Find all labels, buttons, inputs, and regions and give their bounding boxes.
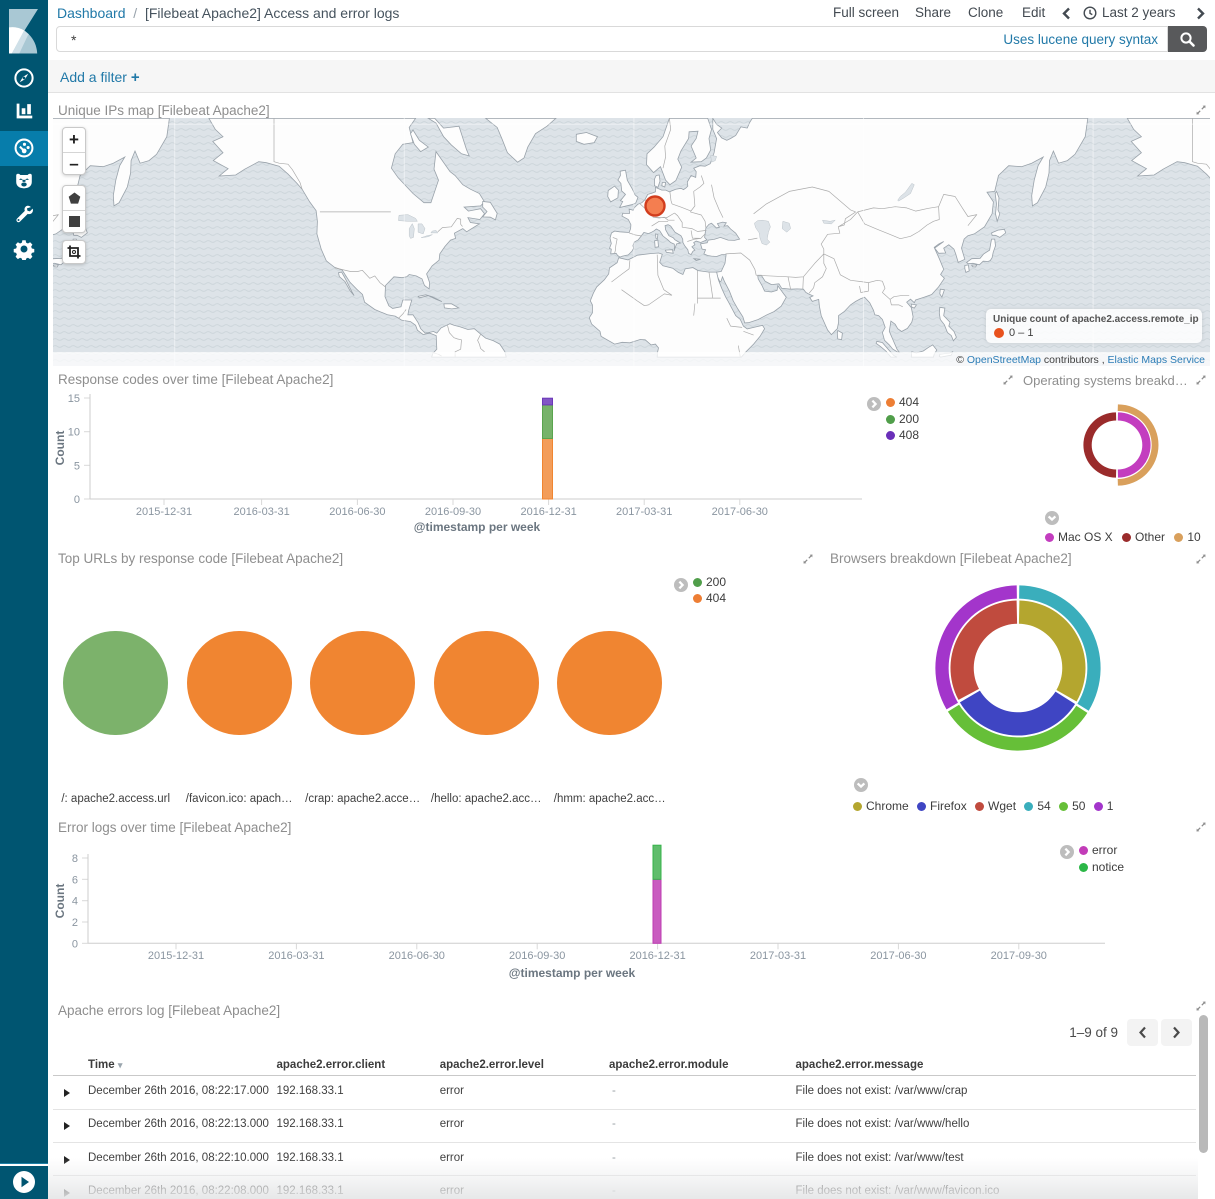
svg-text:5: 5 bbox=[74, 460, 80, 472]
svg-text:8: 8 bbox=[72, 853, 78, 865]
svg-text:2015-12-31: 2015-12-31 bbox=[136, 506, 192, 518]
svg-text:6: 6 bbox=[72, 874, 78, 886]
svg-text:2017-06-30: 2017-06-30 bbox=[712, 506, 768, 518]
svg-text:2016-12-31: 2016-12-31 bbox=[520, 506, 576, 518]
svg-text:2016-12-31: 2016-12-31 bbox=[629, 950, 685, 962]
svg-text:@timestamp per week: @timestamp per week bbox=[509, 966, 636, 980]
svg-text:2015-12-31: 2015-12-31 bbox=[148, 950, 204, 962]
svg-text:10: 10 bbox=[68, 427, 80, 439]
svg-text:2: 2 bbox=[72, 917, 78, 929]
svg-text:2017-06-30: 2017-06-30 bbox=[870, 950, 926, 962]
svg-text:2016-06-30: 2016-06-30 bbox=[329, 506, 385, 518]
svg-text:0: 0 bbox=[72, 938, 78, 950]
svg-text:2016-09-30: 2016-09-30 bbox=[509, 950, 565, 962]
svg-text:2017-03-31: 2017-03-31 bbox=[750, 950, 806, 962]
svg-text:Count: Count bbox=[53, 431, 67, 466]
svg-text:Count: Count bbox=[53, 884, 67, 919]
svg-text:2016-09-30: 2016-09-30 bbox=[425, 506, 481, 518]
svg-text:2017-03-31: 2017-03-31 bbox=[616, 506, 672, 518]
svg-text:@timestamp per week: @timestamp per week bbox=[414, 520, 541, 534]
svg-text:2016-03-31: 2016-03-31 bbox=[268, 950, 324, 962]
svg-text:15: 15 bbox=[68, 393, 80, 405]
svg-text:0: 0 bbox=[74, 494, 80, 506]
svg-text:4: 4 bbox=[72, 896, 78, 908]
svg-text:2017-09-30: 2017-09-30 bbox=[991, 950, 1047, 962]
svg-text:2016-03-31: 2016-03-31 bbox=[233, 506, 289, 518]
svg-text:2016-06-30: 2016-06-30 bbox=[389, 950, 445, 962]
